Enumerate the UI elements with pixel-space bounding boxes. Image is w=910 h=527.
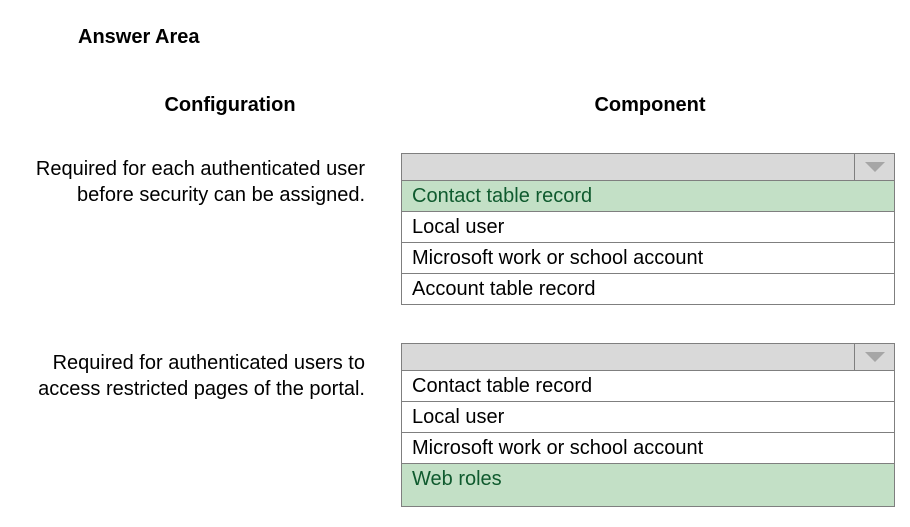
- dropdown-header[interactable]: [401, 343, 895, 371]
- dropdown-option[interactable]: Microsoft work or school account: [402, 243, 894, 274]
- config-text-2: Required for authenticated users to acce…: [25, 350, 365, 402]
- dropdown-option[interactable]: Local user: [402, 402, 894, 433]
- dropdown-option[interactable]: Account table record: [402, 274, 894, 304]
- chevron-down-icon: [864, 161, 886, 173]
- dropdown-toggle-button[interactable]: [854, 344, 894, 370]
- column-header-component: Component: [500, 94, 800, 117]
- dropdown-option-list: Contact table record Local user Microsof…: [401, 371, 895, 507]
- dropdown-option[interactable]: Contact table record: [402, 371, 894, 402]
- dropdown-option-list: Contact table record Local user Microsof…: [401, 181, 895, 305]
- chevron-down-icon: [864, 351, 886, 363]
- page-title: Answer Area: [78, 26, 200, 49]
- column-header-configuration: Configuration: [100, 94, 360, 117]
- component-dropdown-1: Contact table record Local user Microsof…: [401, 153, 895, 305]
- dropdown-option[interactable]: Microsoft work or school account: [402, 433, 894, 464]
- dropdown-option[interactable]: Local user: [402, 212, 894, 243]
- dropdown-selected-display: [402, 154, 854, 180]
- dropdown-toggle-button[interactable]: [854, 154, 894, 180]
- component-dropdown-2: Contact table record Local user Microsof…: [401, 343, 895, 507]
- dropdown-option[interactable]: Contact table record: [402, 181, 894, 212]
- dropdown-selected-display: [402, 344, 854, 370]
- dropdown-option[interactable]: Web roles: [402, 464, 894, 506]
- dropdown-header[interactable]: [401, 153, 895, 181]
- config-text-1: Required for each authenticated user bef…: [25, 156, 365, 208]
